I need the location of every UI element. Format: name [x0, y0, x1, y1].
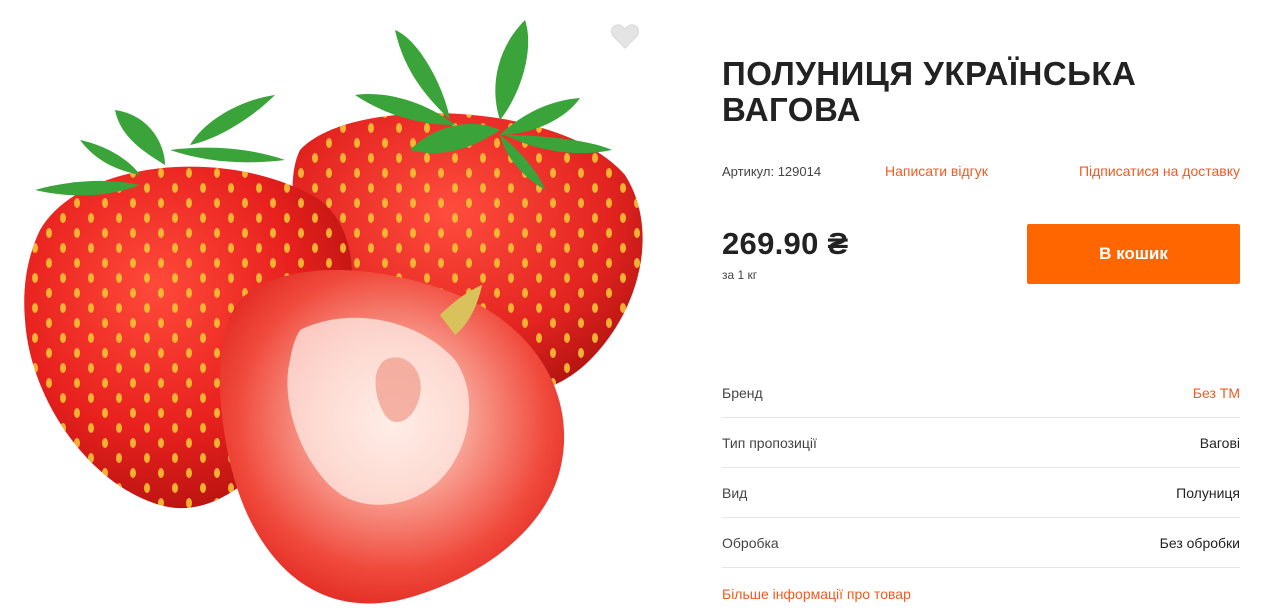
- property-name: Бренд: [722, 385, 763, 401]
- product-price: 269.90 ₴: [722, 226, 849, 261]
- property-value: Вагові: [1199, 435, 1240, 451]
- product-image: [0, 0, 660, 613]
- property-row-brand: Бренд Без ТМ: [722, 368, 1240, 418]
- add-to-cart-button[interactable]: В кошик: [1027, 224, 1240, 284]
- strawberry-image: [24, 20, 643, 604]
- heart-icon: [611, 24, 639, 49]
- property-row-processing: Обробка Без обробки: [722, 518, 1240, 568]
- property-row-kind: Вид Полуниця: [722, 468, 1240, 518]
- write-review-link[interactable]: Написати відгук: [885, 163, 988, 179]
- sku-label: Артикул:: [722, 164, 775, 179]
- product-title: ПОЛУНИЦЯ УКРАЇНСЬКА ВАГОВА: [722, 55, 1137, 128]
- properties-table: Бренд Без ТМ Тип пропозиції Вагові Вид П…: [722, 368, 1240, 568]
- sku: Артикул: 129014: [722, 164, 821, 179]
- more-info-link[interactable]: Більше інформації про товар: [722, 586, 911, 602]
- property-name: Вид: [722, 485, 748, 501]
- property-name: Тип пропозиції: [722, 435, 817, 451]
- property-value: Полуниця: [1176, 485, 1240, 501]
- property-name: Обробка: [722, 535, 779, 551]
- product-meta: Артикул: 129014 Написати відгук Підписат…: [722, 162, 1240, 182]
- price-unit: за 1 кг: [722, 268, 758, 282]
- sku-value: 129014: [777, 164, 822, 179]
- product-page: ПОЛУНИЦЯ УКРАЇНСЬКА ВАГОВА Артикул: 1290…: [0, 0, 1280, 613]
- subscribe-delivery-link[interactable]: Підписатися на доставку: [1079, 163, 1240, 179]
- product-info: ПОЛУНИЦЯ УКРАЇНСЬКА ВАГОВА Артикул: 1290…: [722, 0, 1240, 613]
- property-row-offer-type: Тип пропозиції Вагові: [722, 418, 1240, 468]
- property-value: Без обробки: [1159, 535, 1240, 551]
- favorite-button[interactable]: [610, 22, 640, 50]
- property-value-brand-link[interactable]: Без ТМ: [1193, 385, 1240, 401]
